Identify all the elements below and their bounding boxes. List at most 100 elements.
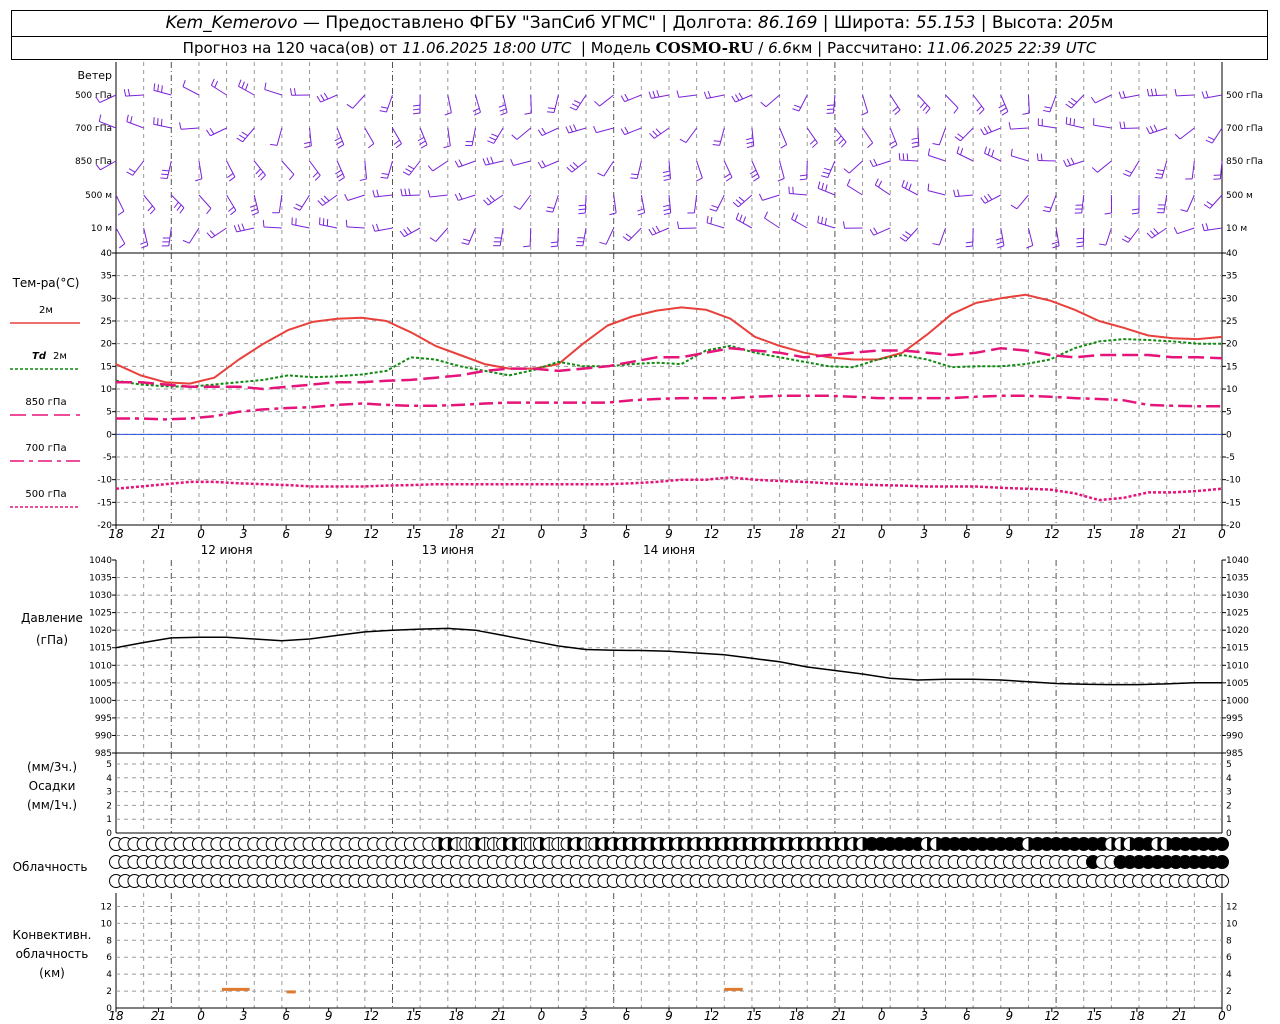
- wind-barb: [553, 94, 559, 113]
- time-tick-label: 12: [1044, 527, 1059, 541]
- wind-barb-flag: [794, 214, 799, 222]
- wind-barb-flag: [209, 127, 215, 135]
- precip-tick-label: 3: [106, 788, 112, 798]
- wind-barb-flag: [906, 153, 909, 161]
- temp-tick-label: -15: [1226, 498, 1241, 508]
- temp-tick-label: -5: [1226, 453, 1235, 463]
- precip-tick-label: 0: [1226, 829, 1232, 839]
- wind-barb-flag: [695, 177, 703, 182]
- wind-barb-flag: [336, 173, 344, 178]
- wind-barb-flag: [569, 164, 576, 171]
- wind-barb-flag: [147, 205, 153, 212]
- wind-barb: [972, 94, 985, 110]
- wind-barb: [955, 194, 974, 198]
- wind-barb: [253, 160, 266, 176]
- wind-barb-flag: [902, 234, 909, 239]
- wind-barb-flag: [843, 168, 850, 174]
- precip-tick-label: 4: [106, 774, 112, 784]
- wind-barb-flag: [996, 241, 1004, 245]
- pressure-tick-label: 1030: [1226, 591, 1249, 601]
- wind-barb-flag: [214, 80, 219, 88]
- pressure-tick-label: 1025: [1226, 609, 1249, 619]
- pressure-title: Давление: [21, 611, 83, 625]
- wind-barb: [226, 194, 237, 211]
- conv-tick-label: 0: [106, 1004, 112, 1014]
- pressure-tick-label: 995: [1226, 714, 1243, 724]
- pressure-tick-label: 1040: [89, 556, 112, 566]
- wind-barb: [1105, 227, 1112, 246]
- wind-barb: [706, 222, 725, 229]
- wind-barb-flag: [746, 145, 754, 149]
- temp-tick-label: 10: [1226, 385, 1238, 395]
- wind-barb: [927, 190, 946, 196]
- wind-barb-flag: [764, 211, 768, 219]
- wind-barb-flag: [380, 106, 388, 109]
- wind-barb-flag: [874, 178, 879, 186]
- wind-barb-flag: [624, 93, 629, 101]
- conv-tick-label: 0: [1226, 1004, 1232, 1014]
- wind-barb-flag: [799, 174, 807, 177]
- wind-barb-flag: [980, 128, 985, 136]
- wind-barb-flag: [565, 126, 570, 134]
- precip-unit-3h: (мм/3ч.): [27, 760, 77, 774]
- wind-barb: [875, 184, 891, 196]
- wind-barb: [198, 194, 212, 209]
- wind-barb-flag: [569, 125, 574, 133]
- wind-level-label: 500 гПа: [1226, 91, 1263, 101]
- wind-barb-flag: [128, 168, 136, 173]
- precip-unit-1h: (мм/1ч.): [27, 798, 77, 812]
- wind-barb-flag: [513, 205, 521, 210]
- wind-barb-flag: [491, 133, 499, 138]
- wind-barb-flag: [1001, 111, 1009, 116]
- wind-barb-flag: [954, 136, 961, 142]
- time-tick-label: 9: [1005, 527, 1013, 541]
- conv-unit: (км): [39, 966, 65, 980]
- wind-barb-flag: [458, 159, 463, 166]
- time-tick-label: 21: [1172, 527, 1187, 541]
- wind-barb: [715, 194, 725, 212]
- wind-barb-flag: [1069, 117, 1072, 125]
- wind-barb-flag: [262, 220, 265, 228]
- wind-barb: [1148, 94, 1167, 97]
- wind-barbs: [95, 78, 1223, 249]
- wind-barb: [115, 227, 126, 244]
- wind-barb: [211, 227, 227, 239]
- wind-barb-flag: [404, 188, 407, 196]
- wind-barb: [386, 94, 393, 113]
- wind-barb-flag: [381, 173, 389, 175]
- wind-barb-flag: [1206, 201, 1213, 206]
- time-tick-label: 18: [789, 527, 805, 541]
- pressure-tick-label: 990: [95, 731, 112, 741]
- time-tick-label: 21: [832, 527, 847, 541]
- wind-barb-flag: [376, 189, 380, 197]
- wind-barb-flag: [206, 129, 211, 137]
- pressure-tick-label: 1010: [89, 661, 112, 671]
- wind-barb-flag: [1091, 167, 1098, 173]
- wind-barb-flag: [1010, 148, 1013, 156]
- wind-barb-flag: [346, 103, 353, 109]
- wind-barb-flag: [998, 103, 1006, 109]
- wind-barb-flag: [541, 127, 547, 135]
- wind-barb-flag: [983, 195, 989, 202]
- conv-tick-label: 12: [1226, 902, 1237, 912]
- wind-title: Ветер: [78, 69, 112, 82]
- pressure-tick-label: 990: [1226, 731, 1243, 741]
- day-label: 12 июня: [201, 543, 253, 557]
- wind-barb-flag: [894, 109, 901, 116]
- wind-barb-flag: [983, 127, 989, 134]
- wind-barb-flag: [1174, 133, 1181, 140]
- wind-barb-flag: [899, 237, 907, 242]
- wind-barb: [352, 94, 366, 109]
- wind-barb: [1161, 160, 1168, 179]
- wind-barb-flag: [663, 212, 671, 216]
- wind-barb: [693, 194, 698, 213]
- wind-barb-flag: [904, 231, 912, 236]
- wind-barb-flag: [649, 132, 655, 139]
- legend-label: Td: [32, 351, 47, 362]
- legend-label: 700 гПа: [25, 443, 66, 454]
- wind-barb-flag: [317, 200, 323, 206]
- wind-barb: [319, 223, 338, 229]
- wind-barb-flag: [1201, 223, 1205, 231]
- wind-barb-flag: [550, 245, 558, 248]
- wind-barb-flag: [1063, 160, 1068, 167]
